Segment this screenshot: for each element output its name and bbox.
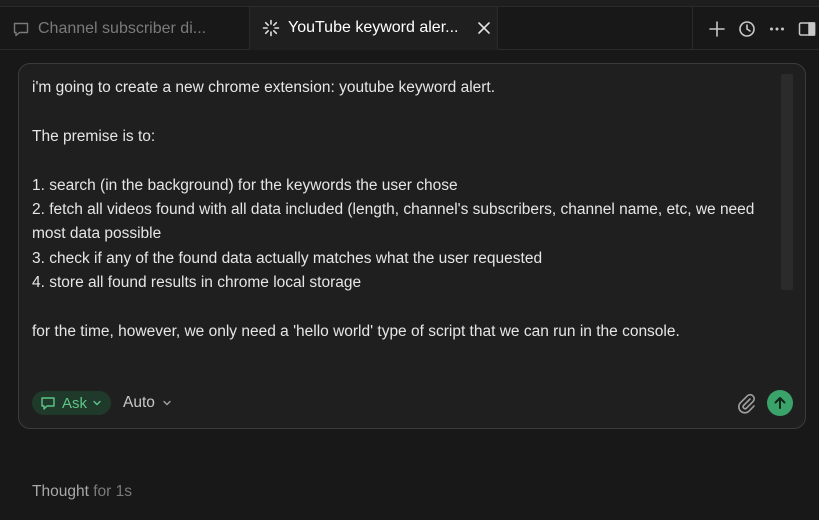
model-selector[interactable]: Auto bbox=[123, 394, 173, 412]
loading-spinner-icon bbox=[262, 19, 280, 37]
scrollbar[interactable] bbox=[781, 74, 793, 290]
prompt-line: 1. search (in the background) for the ke… bbox=[32, 176, 458, 194]
send-button[interactable] bbox=[767, 390, 793, 416]
prompt-line: for the time, however, we only need a 'h… bbox=[32, 323, 680, 341]
chevron-down-icon bbox=[161, 397, 173, 409]
close-icon[interactable] bbox=[476, 20, 492, 36]
thought-label: Thought bbox=[32, 483, 89, 500]
more-ellipsis-icon[interactable] bbox=[767, 19, 787, 39]
composer-toolbar: Ask Auto bbox=[32, 390, 793, 416]
prompt-line: 4. store all found results in chrome loc… bbox=[32, 274, 362, 292]
paperclip-icon[interactable] bbox=[735, 392, 757, 414]
toggle-panel-icon[interactable] bbox=[797, 19, 817, 39]
tab-label: Channel subscriber di... bbox=[38, 19, 207, 37]
arrow-up-icon bbox=[774, 397, 786, 409]
prompt-line: The premise is to: bbox=[32, 127, 156, 145]
prompt-line bbox=[32, 149, 792, 173]
model-label: Auto bbox=[123, 394, 155, 411]
thought-status[interactable]: Thought for 1s bbox=[32, 483, 132, 501]
tab-channel-subscriber[interactable]: Channel subscriber di... bbox=[0, 7, 250, 50]
title-strip bbox=[0, 0, 819, 7]
tab-bar: Channel subscriber di... YouTube keyword… bbox=[0, 0, 819, 50]
prompt-line: 3. check if any of the found data actual… bbox=[32, 249, 543, 267]
chevron-down-icon bbox=[91, 397, 103, 409]
chat-bubble-icon bbox=[40, 395, 56, 411]
prompt-line bbox=[32, 100, 792, 124]
plus-icon[interactable] bbox=[707, 19, 727, 39]
chat-bubble-icon bbox=[12, 20, 30, 38]
divider bbox=[692, 7, 693, 50]
mode-selector[interactable]: Ask bbox=[32, 391, 112, 415]
mode-label: Ask bbox=[62, 394, 88, 412]
prompt-line bbox=[32, 296, 792, 320]
tab-youtube-keyword-alert[interactable]: YouTube keyword aler... bbox=[250, 7, 498, 50]
prompt-composer[interactable]: i'm going to create a new chrome extensi… bbox=[18, 63, 806, 429]
prompt-line: i'm going to create a new chrome extensi… bbox=[32, 79, 496, 96]
tab-label: YouTube keyword aler... bbox=[288, 19, 459, 36]
prompt-line: 2. fetch all videos found with all data … bbox=[32, 201, 759, 243]
prompt-text[interactable]: i'm going to create a new chrome extensi… bbox=[32, 76, 792, 344]
tab-actions bbox=[692, 7, 819, 50]
history-clock-icon[interactable] bbox=[737, 19, 757, 39]
thought-duration: for 1s bbox=[93, 483, 132, 500]
